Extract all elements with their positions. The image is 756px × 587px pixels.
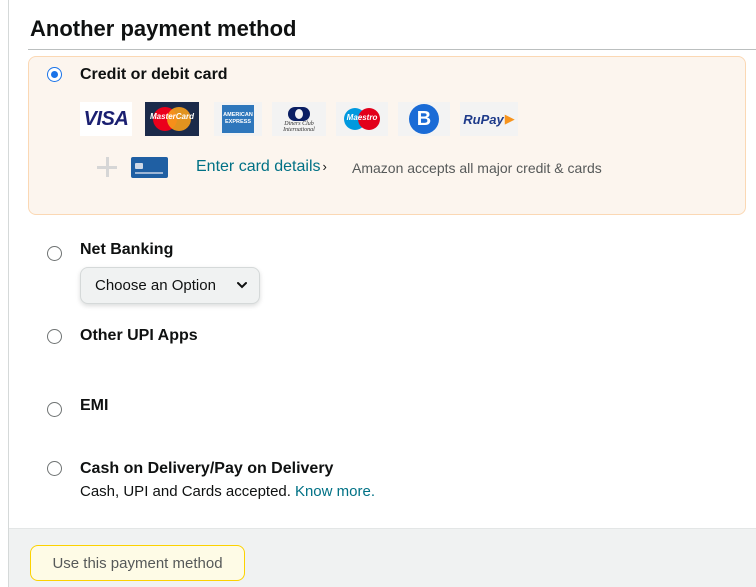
- enter-card-details-label[interactable]: Enter card details: [196, 158, 321, 175]
- left-divider: [8, 0, 9, 587]
- emi-label[interactable]: EMI: [80, 397, 108, 415]
- bank-select-dropdown[interactable]: Choose an Option: [80, 267, 260, 304]
- mastercard-logo: MasterCard: [145, 102, 199, 136]
- title-divider: [28, 49, 756, 50]
- payment-page: Another payment method Credit or debit c…: [0, 0, 756, 587]
- plus-icon[interactable]: [97, 157, 117, 177]
- maestro-logo: Maestro: [336, 102, 388, 136]
- other-upi-label[interactable]: Other UPI Apps: [80, 327, 198, 345]
- rupay-logo: RuPay ▶: [460, 102, 518, 136]
- cod-radio[interactable]: [47, 461, 62, 476]
- chevron-down-icon: [237, 282, 247, 289]
- bank-of-baroda-logo: B: [398, 102, 450, 136]
- enter-card-details-link[interactable]: Enter card details ›: [196, 158, 327, 176]
- bank-select-value: Choose an Option: [95, 277, 216, 294]
- credit-card-label[interactable]: Credit or debit card: [80, 66, 228, 84]
- use-payment-method-button[interactable]: Use this payment method: [30, 545, 245, 581]
- other-upi-radio[interactable]: [47, 329, 62, 344]
- chevron-right-icon: ›: [322, 159, 327, 174]
- card-icon: [131, 157, 168, 178]
- card-acceptance-note: Amazon accepts all major credit & cards: [352, 160, 602, 176]
- diners-club-logo: Diners Club International: [272, 102, 326, 136]
- know-more-link[interactable]: Know more.: [295, 483, 375, 500]
- cod-label[interactable]: Cash on Delivery/Pay on Delivery: [80, 460, 333, 478]
- cod-subtext: Cash, UPI and Cards accepted. Know more.: [80, 483, 375, 500]
- net-banking-label[interactable]: Net Banking: [80, 241, 173, 259]
- cod-subtext-label: Cash, UPI and Cards accepted.: [80, 483, 291, 500]
- amex-logo: AMERICAN EXPRESS: [214, 102, 262, 136]
- page-title: Another payment method: [30, 16, 297, 41]
- visa-logo: VISA: [80, 102, 132, 136]
- net-banking-radio[interactable]: [47, 246, 62, 261]
- emi-radio[interactable]: [47, 402, 62, 417]
- credit-card-radio[interactable]: [47, 67, 62, 82]
